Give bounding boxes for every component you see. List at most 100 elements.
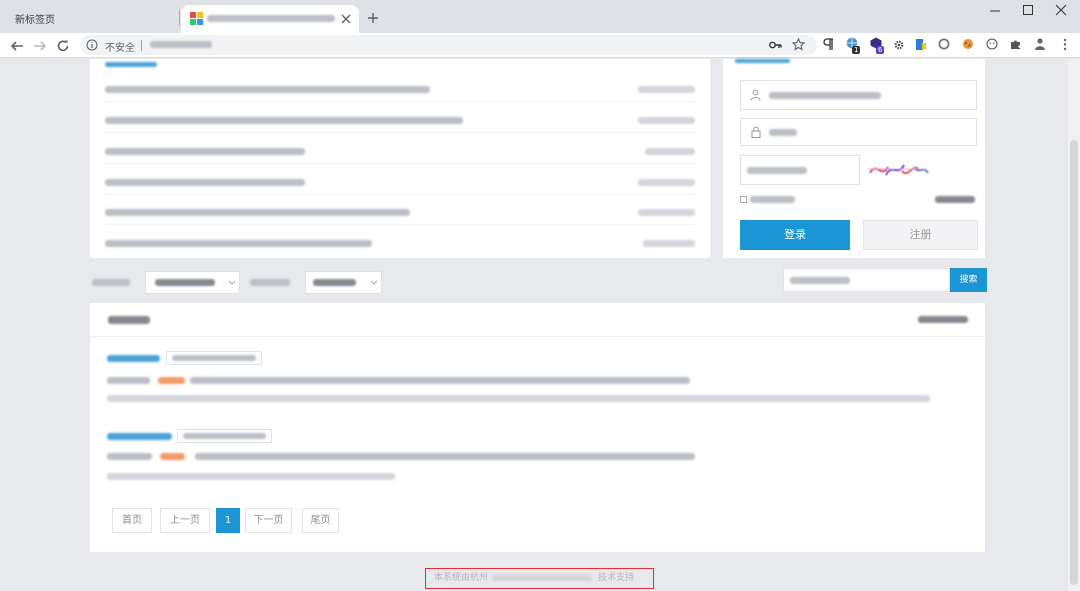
footer-suffix: 技术支持 (598, 573, 635, 583)
close-icon[interactable] (341, 14, 351, 24)
puzzle-icon[interactable] (1010, 38, 1022, 50)
colorful-favicon-icon (190, 12, 203, 25)
result-item-highlight (158, 377, 185, 384)
filter-label-2 (250, 279, 290, 286)
result-item (107, 427, 967, 483)
smiley-extension-icon[interactable] (986, 38, 998, 50)
register-button[interactable]: 注册 (863, 220, 978, 250)
tab-active-title (207, 15, 335, 22)
result-item-title-link[interactable] (107, 355, 160, 362)
list-item-date (638, 117, 695, 124)
result-item-meta (107, 377, 150, 384)
chevron-down-icon (370, 280, 378, 285)
scrollbar-thumb[interactable] (1070, 140, 1078, 585)
login-card-title (735, 59, 790, 63)
list-item[interactable] (105, 140, 695, 164)
back-arrow-icon[interactable] (10, 39, 24, 53)
bookmark-extension-icon[interactable] (915, 38, 927, 51)
list-item-title (105, 179, 305, 186)
close-window-icon[interactable] (1055, 4, 1067, 16)
forgot-password-link[interactable] (935, 196, 975, 203)
filter-label-1 (92, 279, 130, 286)
list-item[interactable] (105, 232, 695, 256)
list-item[interactable] (105, 171, 695, 195)
result-item-meta (195, 453, 695, 460)
chevron-down-icon (228, 280, 236, 285)
gear-icon[interactable] (893, 39, 905, 51)
user-icon (750, 89, 761, 101)
password-placeholder (769, 129, 797, 136)
list-item[interactable] (105, 78, 695, 102)
result-item-title-link[interactable] (107, 433, 172, 440)
results-count (918, 316, 968, 323)
filter-select-2-value (313, 279, 356, 286)
menu-dots-icon[interactable] (1062, 38, 1068, 51)
footer-credit: 本系统由杭州 技术支持 (425, 568, 654, 589)
search-button[interactable]: 搜索 (950, 268, 987, 292)
reload-icon[interactable] (56, 39, 70, 53)
result-item-tag-text (183, 433, 266, 439)
plus-icon[interactable] (367, 12, 379, 24)
result-item-highlight (160, 453, 185, 460)
filter-select-2[interactable] (305, 271, 382, 294)
paragraph-icon[interactable] (822, 38, 834, 51)
footer-company (492, 575, 592, 581)
globe-extension-badge: 1 (852, 46, 861, 54)
cookie-extension-icon[interactable] (962, 38, 974, 50)
profile-icon[interactable] (1034, 37, 1046, 51)
results-card: 首页 上一页 1 下一页 尾页 (90, 303, 985, 552)
address-separator (141, 40, 142, 51)
search-placeholder (790, 277, 850, 284)
list-item-title (105, 86, 430, 93)
login-card: 登录 注册 (723, 59, 985, 258)
captcha-placeholder (747, 167, 807, 174)
forward-arrow-icon[interactable] (33, 39, 47, 53)
results-divider (90, 336, 985, 337)
result-item-summary (107, 395, 930, 402)
result-item-summary (107, 473, 395, 480)
remember-label (750, 196, 795, 203)
list-item-date (638, 209, 695, 216)
result-item (107, 349, 967, 405)
pagination-next[interactable]: 下一页 (245, 508, 292, 533)
list-item[interactable] (105, 109, 695, 133)
pagination-first[interactable]: 首页 (112, 508, 152, 533)
maximize-icon[interactable] (1022, 4, 1034, 16)
login-button[interactable]: 登录 (740, 220, 850, 250)
tab-active[interactable] (181, 5, 359, 33)
list-item-date (638, 86, 695, 93)
cube-extension-badge: 6 (876, 46, 885, 54)
pagination-prev[interactable]: 上一页 (160, 508, 210, 533)
remember-checkbox[interactable] (740, 196, 747, 203)
tab-separator (179, 10, 180, 26)
address-url[interactable] (150, 41, 212, 48)
results-title (108, 316, 150, 324)
list-item-title (105, 117, 463, 124)
key-icon[interactable] (769, 39, 782, 51)
password-input[interactable] (740, 118, 977, 146)
tab-new-tab-label: 新标签页 (15, 15, 55, 26)
filter-select-1-value (155, 279, 215, 286)
pagination-current[interactable]: 1 (216, 508, 240, 533)
security-label[interactable]: 不安全 (105, 39, 135, 54)
star-icon[interactable] (792, 38, 805, 51)
username-input[interactable] (740, 80, 977, 110)
result-item-meta (190, 377, 690, 384)
list-item-title (105, 240, 372, 247)
search-input[interactable] (783, 268, 950, 292)
captcha-image[interactable] (866, 157, 930, 182)
pagination-last[interactable]: 尾页 (302, 508, 339, 533)
list-item[interactable] (105, 201, 695, 225)
result-item-meta (107, 453, 152, 460)
info-icon[interactable] (86, 39, 98, 51)
result-item-tag (166, 351, 262, 365)
filter-select-1[interactable] (145, 271, 240, 294)
username-placeholder (769, 92, 881, 99)
list-item-title (105, 148, 305, 155)
list-item-date (645, 148, 695, 155)
list-item-date (643, 240, 695, 247)
captcha-input[interactable] (740, 155, 860, 185)
circle-extension-icon[interactable] (938, 38, 950, 50)
result-item-tag (177, 429, 272, 443)
minimize-icon[interactable] (989, 5, 1001, 17)
